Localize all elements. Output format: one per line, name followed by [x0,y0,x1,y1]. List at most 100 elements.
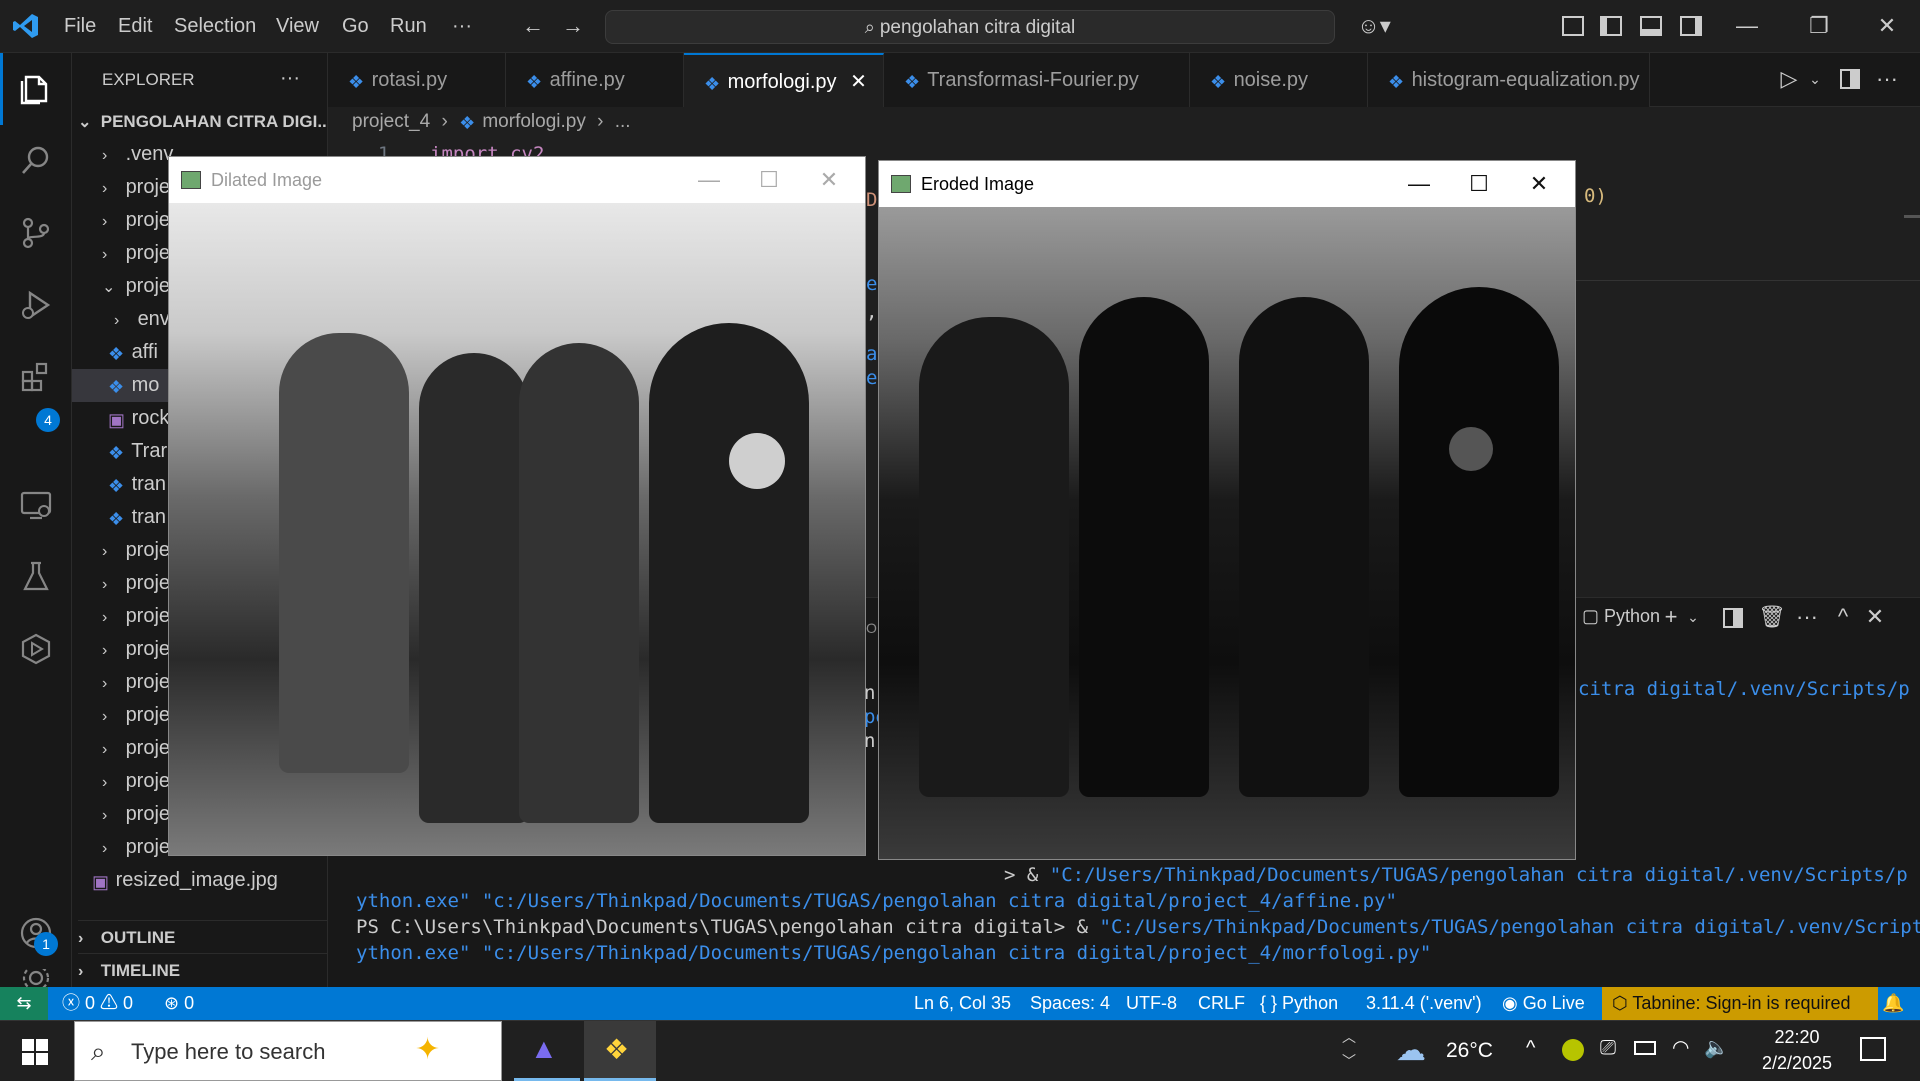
go-live-button[interactable]: ◉ Go Live [1502,987,1585,1020]
toggle-sidebar-icon[interactable] [1600,16,1622,36]
volume-icon[interactable]: 🔈 [1704,1035,1729,1060]
run-file-icon[interactable]: ▷ [1776,66,1802,92]
restore-window-icon[interactable]: ❐ [1806,13,1832,39]
toggle-panel-icon[interactable] [1640,16,1662,36]
battery-icon[interactable] [1634,1041,1656,1055]
weather-temperature[interactable]: 26°C [1446,1039,1493,1063]
back-arrow-icon[interactable]: ← [520,13,546,39]
source-control-icon[interactable] [0,197,72,269]
close-panel-icon[interactable]: ✕ [1862,604,1888,630]
panel-more-icon[interactable]: ··· [1794,604,1820,630]
encoding-status[interactable]: UTF-8 [1126,987,1177,1020]
tab-rotasi[interactable]: ❖ rotasi.py [328,53,506,107]
command-center-search[interactable]: ⌕ pengolahan citra digital [605,10,1335,44]
window-close-icon[interactable]: ✕ [799,157,859,203]
search-icon[interactable] [0,125,72,197]
python-interpreter[interactable]: 3.11.4 ('.venv') [1366,987,1482,1020]
breadcrumb-file[interactable]: morfologi.py [482,111,586,132]
current-line-highlight [1560,280,1920,281]
menu-run[interactable]: Run [390,0,427,53]
tree-label: proje [125,539,171,561]
customize-layout-icon[interactable] [1562,16,1584,36]
taskbar-search-box[interactable]: ⌕ Type here to search ✦ [74,1021,502,1081]
tray-app-icon[interactable] [1562,1039,1584,1061]
forward-arrow-icon[interactable]: → [560,13,586,39]
taskbar-app-vscode[interactable]: ▲ [514,1021,580,1081]
menu-view[interactable]: View [276,0,319,53]
figure-shape [519,343,639,823]
terminal-shell-selector[interactable]: ▢ Python [1582,606,1660,627]
wifi-icon[interactable]: ◠ [1672,1035,1689,1060]
terminal-prompt: > & [1004,864,1050,886]
tab-morfologi[interactable]: ❖ morfologi.py ✕ [684,53,884,107]
extensions-icon[interactable] [0,341,72,413]
testing-icon[interactable] [0,541,72,613]
minimize-window-icon[interactable]: — [1734,13,1760,39]
taskbar-app-python[interactable]: ❖ [584,1021,656,1081]
deploy-icon[interactable] [0,613,72,685]
tabnine-status[interactable]: ⬡ Tabnine: Sign-in is required [1602,987,1878,1020]
close-tab-icon[interactable]: ✕ [850,71,867,93]
tab-histogram-equalization[interactable]: ❖ histogram-equalization.py [1368,53,1650,107]
explorer-icon[interactable] [0,53,72,125]
terminal-dropdown-icon[interactable]: ⌄ [1680,604,1706,630]
editor-more-icon[interactable]: ··· [1874,66,1900,92]
tree-label: proje [125,803,171,825]
run-debug-icon[interactable] [0,269,72,341]
python-file-icon: ❖ [108,344,125,364]
remote-icon[interactable]: ⇆ [0,987,48,1020]
toggle-secondary-sidebar-icon[interactable] [1680,16,1702,36]
language-mode[interactable]: { } Python [1260,987,1338,1020]
split-terminal-icon[interactable] [1723,608,1743,628]
close-window-icon[interactable]: ✕ [1874,13,1900,39]
tree-item-resized-image[interactable]: ▣ resized_image.jpg [92,864,327,897]
outline-section[interactable]: › OUTLINE [78,920,327,953]
tab-noise[interactable]: ❖ noise.py [1190,53,1368,107]
settings-gear-icon[interactable] [0,969,72,987]
window-maximize-icon[interactable]: ☐ [1449,161,1509,207]
eol-status[interactable]: CRLF [1198,987,1245,1020]
taskbar-scroll-icon[interactable]: ︿ ﹀ [1342,1025,1356,1073]
clock-time[interactable]: 22:20 [1762,1027,1832,1048]
kill-terminal-icon[interactable]: 🗑 [1758,604,1786,630]
eroded-image-window[interactable]: Eroded Image — ☐ ✕ [878,160,1576,860]
windows-start-icon[interactable] [22,1039,48,1065]
window-close-icon[interactable]: ✕ [1509,161,1569,207]
menu-go[interactable]: Go [342,0,369,53]
remote-explorer-icon[interactable] [0,469,72,541]
clock-date[interactable]: 2/2/2025 [1752,1053,1842,1074]
eroded-window-title: Eroded Image [921,174,1035,194]
notifications-bell-icon[interactable]: 🔔 [1882,987,1904,1020]
figure-shape [1239,297,1369,797]
radio-tower-icon: ◉ [1502,993,1518,1013]
tab-transformasi-fourier[interactable]: ❖ Transformasi-Fourier.py [884,53,1190,107]
copilot-icon[interactable]: ☺▾ [1354,13,1394,39]
cursor-position[interactable]: Ln 6, Col 35 [914,987,1011,1020]
menu-selection[interactable]: Selection [174,0,256,53]
tray-overflow-icon[interactable]: ^ [1526,1037,1535,1060]
explorer-more-icon[interactable]: ··· [280,53,300,107]
dilated-image-window[interactable]: Dilated Image — ☐ ✕ [168,156,866,856]
timeline-section[interactable]: › TIMELINE [78,953,327,986]
split-editor-icon[interactable] [1840,69,1860,89]
tray-device-icon[interactable]: ⎚ [1600,1037,1616,1060]
window-minimize-icon[interactable]: — [679,157,739,203]
maximize-panel-icon[interactable]: ^ [1830,604,1856,630]
window-minimize-icon[interactable]: — [1389,161,1449,207]
menu-more[interactable]: ··· [452,0,472,53]
breadcrumb-more[interactable]: ... [615,111,631,132]
menu-edit[interactable]: Edit [118,0,152,53]
indentation-status[interactable]: Spaces: 4 [1030,987,1110,1020]
run-dropdown-icon[interactable]: ⌄ [1802,66,1828,92]
ports-status[interactable]: ⊛ 0 [164,987,194,1020]
sparkle-icon: ✦ [415,1033,441,1066]
notification-center-icon[interactable] [1860,1037,1886,1061]
problems-status[interactable]: ⓧ 0 ⚠ 0 [62,987,133,1020]
tab-affine[interactable]: ❖ affine.py [506,53,684,107]
window-maximize-icon[interactable]: ☐ [739,157,799,203]
account-icon[interactable] [0,897,72,969]
breadcrumb-folder[interactable]: project_4 [352,111,430,132]
menu-file[interactable]: File [64,0,96,53]
terminal-line: citra digital/.venv/Scripts/p [1578,678,1910,700]
project-root[interactable]: ⌄ PENGOLAHAN CITRA DIGI... [78,105,327,138]
